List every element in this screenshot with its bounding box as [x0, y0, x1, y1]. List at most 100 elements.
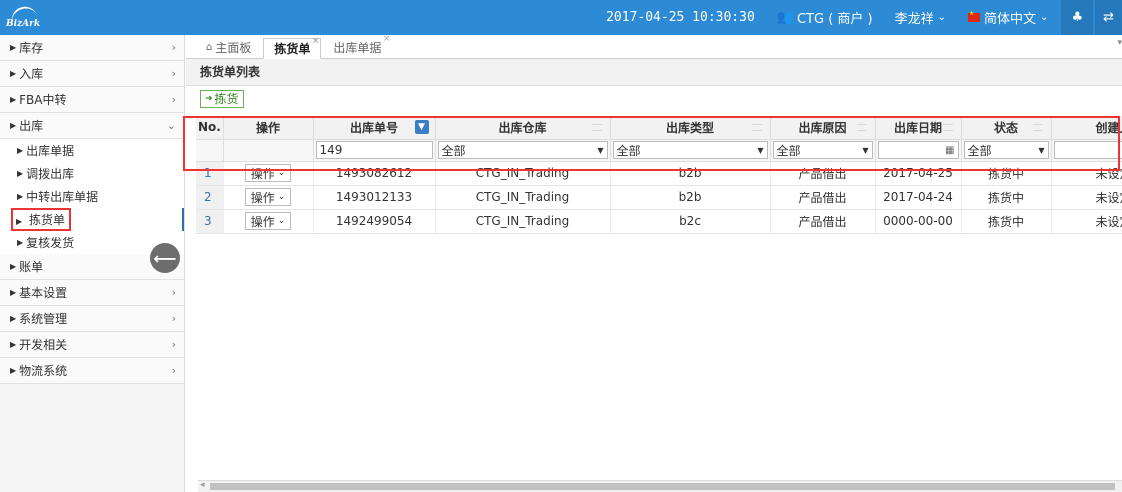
- arrow-left-icon: ⟵: [153, 248, 177, 268]
- tab-dashboard[interactable]: ⌂ 主面板: [196, 37, 261, 58]
- caret-right-icon: ▶: [10, 69, 17, 78]
- sidebar-subitem-outbound-orders[interactable]: ▶ 出库单据: [0, 139, 184, 162]
- sidebar-item-label: FBA中转: [19, 93, 67, 107]
- chevron-right-icon: ›: [171, 41, 176, 54]
- chevron-right-icon: ›: [171, 338, 176, 351]
- bizark-logo[interactable]: BizArk: [0, 0, 60, 35]
- sidebar-item-system[interactable]: ▶ 系统管理 ›: [0, 306, 184, 332]
- row-op-cell: 操作 ⌄: [223, 161, 314, 186]
- creator-filter-input[interactable]: [1053, 141, 1122, 159]
- filter-value: 全部: [967, 143, 992, 158]
- type-filter-select[interactable]: 全部 ▼: [612, 141, 768, 159]
- tab-outbound-orders[interactable]: 出库单据 ×: [323, 34, 391, 58]
- order-no-filter-input[interactable]: 149: [315, 141, 433, 159]
- chevron-right-icon: ›: [171, 286, 176, 299]
- cell-date: 2017-04-25: [875, 161, 962, 186]
- column-menu-icon[interactable]: [591, 124, 602, 131]
- filter-cell-empty: [223, 139, 314, 162]
- sidebar-subitem-label: 出库单据: [26, 144, 75, 158]
- table-row[interactable]: 2 操作 ⌄ 1493012133 CTG_IN_Trading b2b 产品借出…: [196, 185, 1122, 210]
- account-switcher[interactable]: 👥 CTG ( 商户 ): [766, 0, 884, 35]
- pick-button[interactable]: ➜ 拣货: [200, 89, 244, 108]
- status-filter-select[interactable]: 全部 ▼: [963, 141, 1049, 159]
- column-menu-icon[interactable]: [1032, 124, 1043, 131]
- filter-icon[interactable]: ▼: [414, 120, 429, 134]
- col-header-reason[interactable]: 出库原因: [770, 116, 876, 140]
- exchange-icon: ⇄: [1103, 10, 1114, 25]
- language-label: 简体中文: [984, 12, 1037, 27]
- caret-right-icon: ▶: [10, 314, 17, 323]
- tab-label: 主面板: [215, 41, 252, 55]
- main-content: ⌂ 主面板 拣货单 × 出库单据 × ▾ 拣货单列表 ➜ 拣货: [186, 34, 1122, 492]
- sidebar-item-dev[interactable]: ▶ 开发相关 ›: [0, 332, 184, 358]
- cell-date: 2017-04-24: [875, 185, 962, 210]
- switch-button[interactable]: ⇄: [1095, 0, 1122, 35]
- column-menu-icon[interactable]: [942, 124, 953, 131]
- sidebar-subitem-label: 复核发货: [26, 236, 75, 250]
- cell-reason: 产品借出: [770, 185, 876, 210]
- sidebar-item-inbound[interactable]: ▶ 入库 ›: [0, 61, 184, 87]
- sidebar-item-label: 入库: [19, 67, 44, 81]
- caret-down-icon: ▼: [597, 145, 604, 155]
- tab-pick-list[interactable]: 拣货单 ×: [263, 36, 322, 59]
- chevron-right-icon: ›: [171, 67, 176, 80]
- col-header-status[interactable]: 状态: [961, 116, 1052, 140]
- date-filter-input[interactable]: ▦: [877, 141, 959, 159]
- caret-down-icon: ▼: [1038, 145, 1045, 155]
- reason-filter-select[interactable]: 全部 ▼: [772, 141, 873, 159]
- operation-dropdown-button[interactable]: 操作 ⌄: [244, 212, 292, 230]
- sidebar-item-fba[interactable]: ▶ FBA中转 ›: [0, 87, 184, 113]
- caret-right-icon: ▶: [16, 217, 23, 226]
- sidebar-item-basic-settings[interactable]: ▶ 基本设置 ›: [0, 280, 184, 306]
- cell-creator: 未设定: [1051, 161, 1122, 186]
- col-header-creator: 创建人: [1051, 116, 1122, 140]
- tab-scroll-icon[interactable]: ▾: [1117, 38, 1122, 48]
- sidebar-item-outbound[interactable]: ▶ 出库 ⌄: [0, 113, 184, 139]
- caret-right-icon: ▶: [10, 121, 17, 130]
- sidebar-item-label: 系统管理: [19, 312, 68, 326]
- table-filter-row: 149 全部 ▼ 全部 ▼ 全部 ▼ ▦ 全部 ▼: [196, 139, 1122, 162]
- notification-button[interactable]: ♣: [1061, 0, 1094, 35]
- collapse-sidebar-button[interactable]: ⟵: [150, 243, 180, 273]
- column-menu-icon[interactable]: [856, 124, 867, 131]
- filter-cell-empty: [196, 139, 224, 162]
- calendar-icon[interactable]: ▦: [945, 145, 954, 156]
- top-bar: BizArk 2017-04-25 10:30:30 👥 CTG ( 商户 ) …: [0, 0, 1122, 35]
- operation-dropdown-button[interactable]: 操作 ⌄: [244, 164, 292, 182]
- scroll-left-icon[interactable]: ◂: [200, 480, 205, 490]
- sidebar-item-logistics[interactable]: ▶ 物流系统 ›: [0, 358, 184, 384]
- sidebar-item-label: 账单: [19, 260, 44, 274]
- table-row[interactable]: 3 操作 ⌄ 1492499054 CTG_IN_Trading b2c 产品借出…: [196, 209, 1122, 234]
- sidebar-subitem-pick-list[interactable]: ▶ 拣货单: [0, 208, 184, 231]
- horizontal-scrollbar[interactable]: ◂: [198, 480, 1122, 492]
- filter-cell-reason: 全部 ▼: [770, 139, 876, 162]
- cell-warehouse: CTG_IN_Trading: [435, 161, 611, 186]
- user-menu[interactable]: 李龙祥 ⌄: [884, 0, 957, 35]
- col-header-warehouse[interactable]: 出库仓库: [435, 116, 611, 140]
- operation-dropdown-button[interactable]: 操作 ⌄: [244, 188, 292, 206]
- pick-list-table: No. 操作 出库单号▼ 出库仓库 出库类型 出库原因 出库日期 状态 创建人 …: [196, 116, 1122, 234]
- col-header-label: 状态: [993, 120, 1018, 135]
- scrollbar-thumb[interactable]: [210, 483, 1115, 490]
- language-selector[interactable]: 简体中文 ⌄: [957, 0, 1059, 35]
- warehouse-filter-select[interactable]: 全部 ▼: [437, 141, 608, 159]
- close-icon[interactable]: ×: [383, 34, 391, 44]
- col-header-date[interactable]: 出库日期: [875, 116, 962, 140]
- cell-order-no: 1493012133: [313, 185, 436, 210]
- close-icon[interactable]: ×: [312, 36, 320, 46]
- chevron-down-icon: ⌄: [1040, 12, 1049, 23]
- col-header-order-no[interactable]: 出库单号 ▼: [313, 116, 436, 140]
- sidebar-subitem-transit-outbound[interactable]: ▶ 中转出库单据: [0, 185, 184, 208]
- pick-button-label: 拣货: [214, 92, 239, 106]
- col-header-type[interactable]: 出库类型: [610, 116, 771, 140]
- column-menu-icon[interactable]: [751, 124, 762, 131]
- col-header-label: 出库原因: [798, 120, 847, 135]
- col-header-label: 出库单号: [349, 120, 398, 135]
- sidebar-item-inventory[interactable]: ▶ 库存 ›: [0, 35, 184, 61]
- filter-cell-creator: [1051, 139, 1122, 162]
- user-name: 李龙祥: [894, 12, 934, 27]
- table-row[interactable]: 1 操作 ⌄ 1493082612 CTG_IN_Trading b2b 产品借出…: [196, 161, 1122, 186]
- sidebar-subitem-transfer-outbound[interactable]: ▶ 调拨出库: [0, 162, 184, 185]
- chevron-down-icon: ⌄: [277, 216, 286, 226]
- account-label: CTG ( 商户 ): [796, 12, 873, 27]
